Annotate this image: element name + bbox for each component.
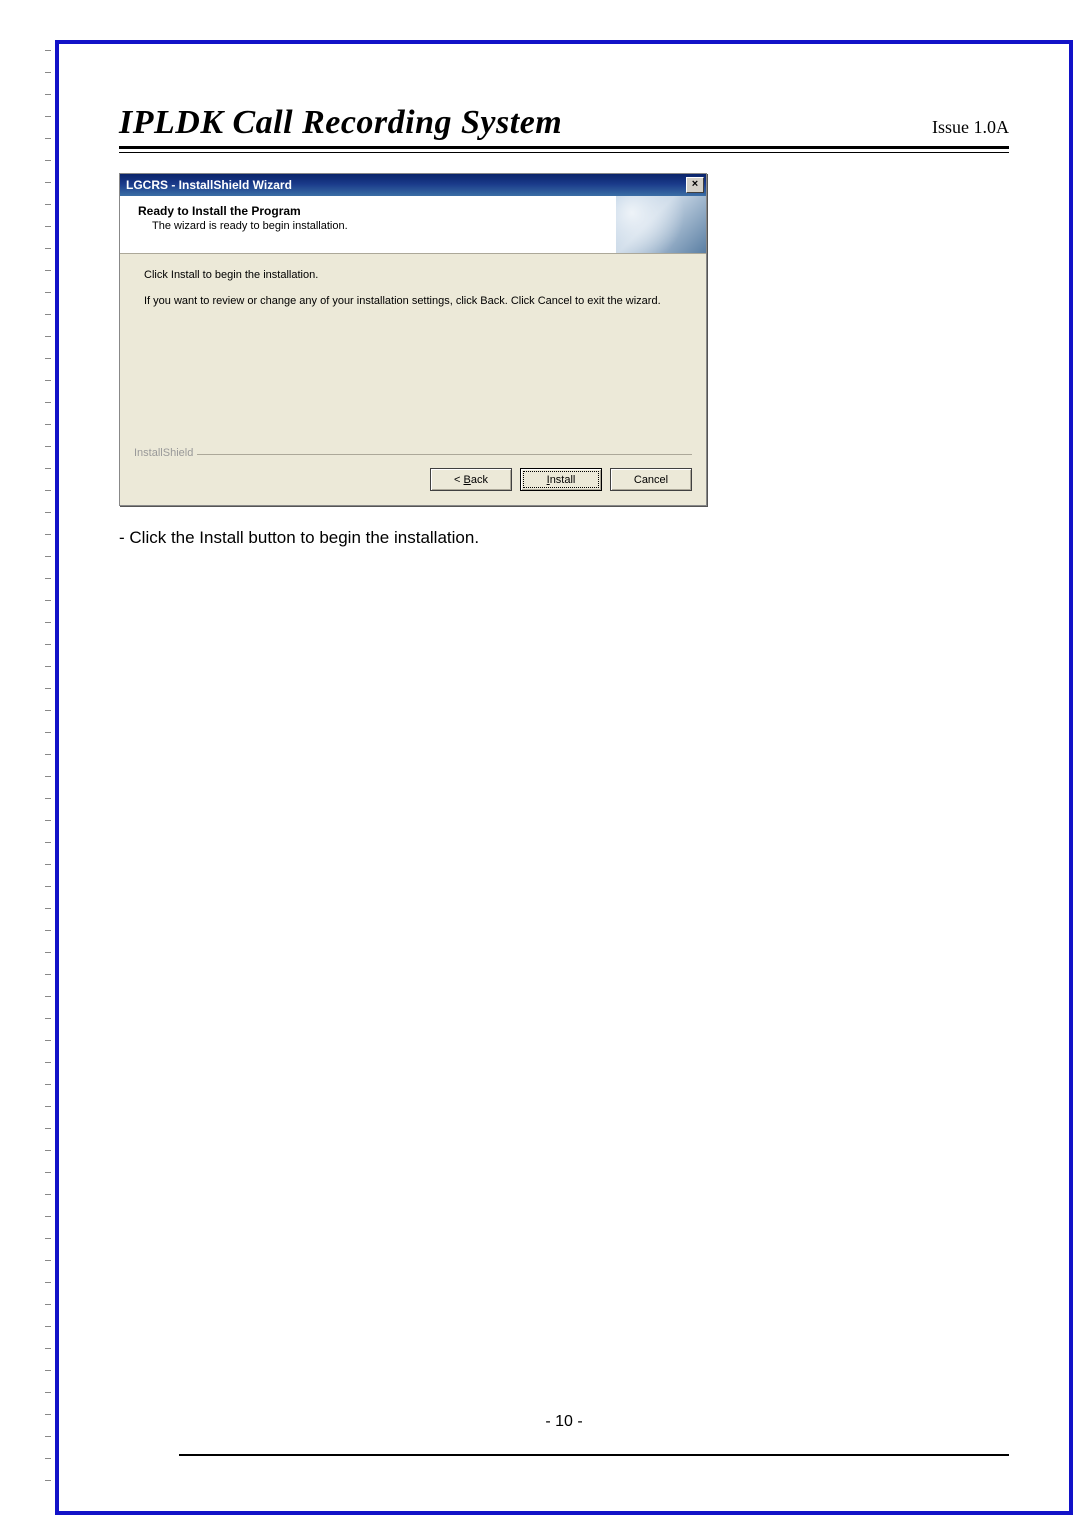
page-frame: IPLDK Call Recording System Issue 1.0A L… [55,40,1073,1515]
wizard-body-line1: Click Install to begin the installation. [144,268,682,282]
footer-rule [179,1454,1009,1456]
back-button[interactable]: < Back [430,468,512,491]
instruction-text: - Click the Install button to begin the … [119,528,1009,548]
wizard-header-text: Ready to Install the Program The wizard … [120,196,348,253]
window-titlebar: LGCRS - InstallShield Wizard × [120,174,706,196]
install-button[interactable]: Install [520,468,602,491]
page-header: IPLDK Call Recording System Issue 1.0A [119,104,1009,149]
window-title: LGCRS - InstallShield Wizard [126,178,292,192]
wizard-header-title: Ready to Install the Program [138,204,348,218]
installshield-wizard-window: LGCRS - InstallShield Wizard × Ready to … [119,173,707,506]
cancel-button[interactable]: Cancel [610,468,692,491]
back-button-mnemonic: B [464,474,471,486]
back-button-prefix: < [454,474,463,486]
installshield-brand: InstallShield [134,447,197,459]
wizard-header-subtitle: The wizard is ready to begin installatio… [138,220,348,232]
doc-issue: Issue 1.0A [932,117,1009,138]
wizard-body-line2: If you want to review or change any of y… [144,294,682,308]
close-icon[interactable]: × [686,177,704,193]
page-number: - 10 - [59,1413,1069,1431]
cancel-button-label: Cancel [634,474,668,486]
titlebar-buttons: × [686,177,704,193]
content-area: LGCRS - InstallShield Wizard × Ready to … [119,173,1009,548]
install-button-rest: nstall [550,474,576,486]
back-button-rest: ack [471,474,488,486]
wizard-footer: InstallShield < Back Install Cancel [120,454,706,505]
left-edge-artifact [45,50,51,1500]
wizard-body: Click Install to begin the installation.… [120,254,706,454]
wizard-header: Ready to Install the Program The wizard … [120,196,706,254]
wizard-header-graphic [616,196,706,253]
doc-title: IPLDK Call Recording System [119,104,562,142]
